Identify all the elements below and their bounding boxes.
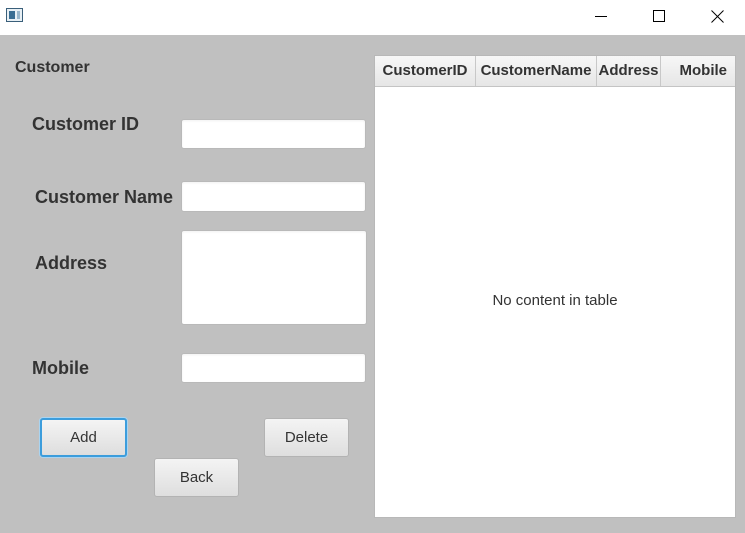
mobile-input[interactable] <box>181 353 366 383</box>
table-header: CustomerID CustomerName Address Mobile <box>375 56 735 87</box>
close-button[interactable] <box>688 0 745 32</box>
add-button[interactable]: Add <box>40 418 127 457</box>
maximize-icon <box>653 10 665 22</box>
column-header-customer-name[interactable]: CustomerName <box>476 56 597 86</box>
title-bar <box>0 0 745 35</box>
minimize-icon <box>595 16 607 17</box>
customer-id-input[interactable] <box>181 119 366 149</box>
address-textarea[interactable] <box>181 230 367 325</box>
customer-id-label: Customer ID <box>32 114 140 134</box>
column-header-address[interactable]: Address <box>597 56 661 86</box>
delete-button[interactable]: Delete <box>264 418 349 457</box>
minimize-button[interactable] <box>572 0 630 32</box>
customer-table[interactable]: CustomerID CustomerName Address Mobile N… <box>374 55 736 518</box>
column-header-customer-id[interactable]: CustomerID <box>375 56 476 86</box>
close-icon <box>710 9 724 23</box>
customer-name-label: Customer Name <box>35 187 174 207</box>
mobile-label: Mobile <box>32 358 89 378</box>
empty-table-placeholder: No content in table <box>492 292 618 309</box>
address-label: Address <box>35 253 108 273</box>
column-header-mobile[interactable]: Mobile <box>661 56 735 86</box>
page-title: Customer <box>15 59 90 76</box>
back-button[interactable]: Back <box>154 458 239 497</box>
customer-name-input[interactable] <box>181 181 366 212</box>
maximize-button[interactable] <box>630 0 688 32</box>
app-icon <box>6 8 23 22</box>
